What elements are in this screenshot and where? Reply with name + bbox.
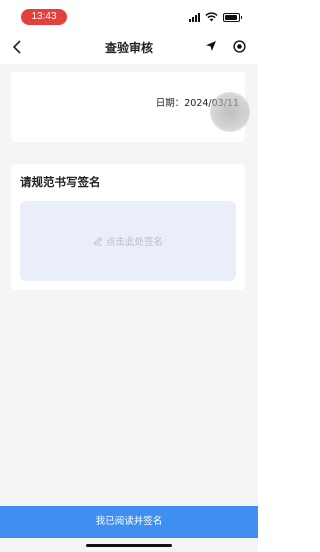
nav-actions [202, 37, 248, 55]
status-time: 13:43 [21, 9, 67, 25]
navigation-arrow-icon [206, 41, 216, 51]
signature-card: 请规范书写签名 点击此处签名 [11, 164, 245, 290]
wifi-icon [205, 12, 218, 22]
signature-pad[interactable]: 点击此处签名 [20, 201, 236, 281]
touch-indicator [210, 92, 250, 132]
pen-icon [93, 236, 103, 246]
battery-icon [223, 12, 242, 22]
read-and-sign-button[interactable]: 我已阅读并签名 [0, 506, 258, 538]
home-indicator [86, 544, 172, 547]
app-screen: 13:43 查验审核 日期：2024/03/11 请规范书写签名 点击此处签名 … [0, 0, 258, 552]
status-bar: 13:43 [0, 0, 258, 30]
target-icon [232, 39, 246, 53]
signature-hint: 点击此处签名 [105, 237, 163, 248]
record-button[interactable] [230, 37, 248, 55]
location-button[interactable] [202, 37, 220, 55]
signal-icon [189, 12, 200, 22]
status-icons [189, 11, 242, 23]
nav-bar: 查验审核 [0, 30, 258, 64]
signature-title: 请规范书写签名 [20, 175, 101, 189]
